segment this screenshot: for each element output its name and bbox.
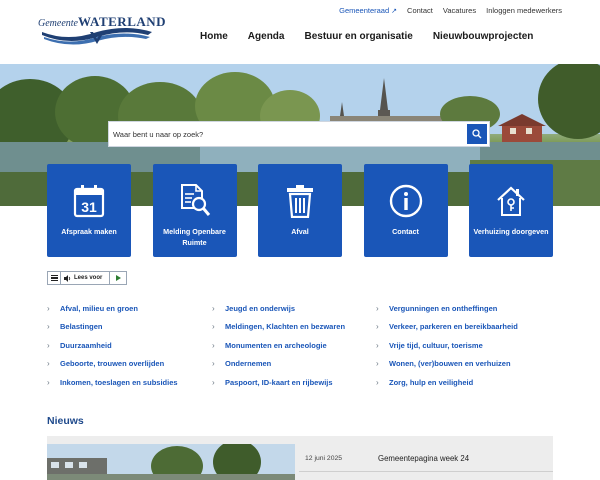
topic-link[interactable]: › Verkeer, parkeren en bereikbaarheid [376,321,518,333]
read-aloud-widget: Lees voor [47,271,127,285]
topic-link[interactable]: › Geboorte, trouwen overlijden [47,358,164,370]
chevron-right-icon: › [47,303,50,313]
topic-link[interactable]: › Duurzaamheid [47,339,112,351]
read-aloud-menu-button[interactable] [48,272,61,284]
topic-link[interactable]: › Vrije tijd, cultuur, toerisme [376,339,483,351]
site-logo[interactable]: GemeenteWATERLAND [38,12,166,48]
tile-label: Afspraak maken [61,227,117,236]
chevron-right-icon: › [212,322,215,331]
chevron-right-icon: › [212,377,215,387]
chevron-right-icon: › [212,359,215,368]
chevron-right-icon: › [212,303,215,313]
topic-link[interactable]: › Jeugd en onderwijs [212,302,295,314]
trash-bin-icon [287,185,313,218]
nav-home[interactable]: Home [200,31,228,42]
topic-link[interactable]: › Inkomen, toeslagen en subsidies [47,376,178,388]
search-button[interactable] [467,124,487,144]
calendar-icon: 31 [73,185,105,218]
search-bar [108,121,490,147]
tile-contact[interactable]: Contact [363,164,448,257]
divider [299,471,553,472]
chevron-right-icon: › [376,340,379,350]
chevron-right-icon: › [376,377,379,387]
tile-label: Verhuizing doorgeven [473,227,549,236]
news-image[interactable] [47,444,295,480]
news-section: 12 juni 2025 Gemeentepagina week 24 [47,436,553,480]
chevron-right-icon: › [376,303,379,313]
chevron-right-icon: › [376,359,379,368]
chevron-right-icon: › [212,340,215,350]
tile-label: Afval [291,227,309,236]
chevron-right-icon: › [47,359,50,368]
read-aloud-label: Lees voor [74,275,103,281]
topic-link[interactable]: › Afval, milieu en groen [47,302,138,314]
external-link-icon: ↗ [391,8,398,15]
speaker-icon [64,274,71,282]
nav-bestuur-en-organisatie[interactable]: Bestuur en organisatie [304,31,412,42]
topic-link[interactable]: › Ondernemen [212,358,271,370]
play-icon[interactable] [110,272,126,284]
main-nav: Home Agenda Bestuur en organisatie Nieuw… [200,31,533,42]
topic-link[interactable]: › Vergunningen en ontheffingen [376,302,497,314]
quick-tiles: 31 Afspraak maken Melding Openbare Ruimt… [47,164,553,257]
site-header: GemeenteWATERLAND Gemeenteraad ↗ Contact … [0,0,600,64]
calendar-day-number: 31 [81,199,97,215]
util-link-inloggen-medewerkers[interactable]: Inloggen medewerkers [486,6,562,15]
news-photo [47,444,295,480]
topic-link[interactable]: › Wonen, (ver)bouwen en verhuizen [376,358,511,370]
news-date: 12 juni 2025 [305,455,343,462]
hamburger-icon [50,274,58,277]
util-link-contact[interactable]: Contact [407,6,433,15]
tile-afspraak-maken[interactable]: 31 Afspraak maken [47,164,131,257]
util-link-gemeenteraad[interactable]: Gemeenteraad ↗ [339,6,397,15]
chevron-right-icon: › [376,322,379,331]
topic-link[interactable]: › Monumenten en archeologie [212,339,327,351]
tile-label: Melding Openbare Ruimte [163,227,226,247]
utility-nav: Gemeenteraad ↗ Contact Vacatures Inloggen… [339,6,562,15]
tile-afval[interactable]: Afval [258,164,342,257]
topic-link[interactable]: › Paspoort, ID-kaart en rijbewijs [212,376,333,388]
logo-emblem [42,28,152,45]
news-heading: Nieuws [47,415,84,427]
document-search-icon [180,184,210,216]
topic-link[interactable]: › Meldingen, Klachten en bezwaren [212,321,345,333]
chevron-right-icon: › [47,377,50,387]
news-headline-link[interactable]: Gemeentepagina week 24 [378,454,469,463]
nav-agenda[interactable]: Agenda [248,31,285,42]
search-icon [472,129,482,139]
search-input[interactable] [109,122,467,146]
tile-label: Contact [392,227,419,236]
chevron-right-icon: › [47,340,50,350]
house-icon [497,186,525,216]
util-link-vacatures[interactable]: Vacatures [443,6,476,15]
nav-nieuwbouwprojecten[interactable]: Nieuwbouwprojecten [433,31,534,42]
topic-link[interactable]: › Belastingen [47,321,103,333]
read-aloud-button[interactable]: Lees voor [61,272,110,284]
topic-link[interactable]: › Zorg, hulp en veiligheid [376,376,473,388]
tile-verhuizing-doorgeven[interactable]: Verhuizing doorgeven [469,164,553,257]
tile-melding-openbare-ruimte[interactable]: Melding Openbare Ruimte [152,164,237,257]
chevron-right-icon: › [47,322,50,331]
info-icon [389,184,422,218]
